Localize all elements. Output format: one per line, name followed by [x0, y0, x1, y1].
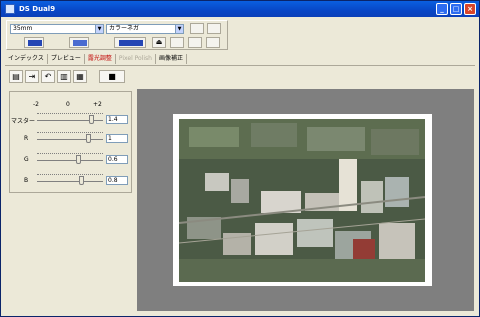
blue-slider-thumb[interactable] — [79, 176, 84, 185]
chevron-down-icon[interactable]: ▼ — [175, 25, 183, 33]
film-strip-thumbnails-button[interactable] — [24, 37, 44, 48]
film-strip-single-button[interactable] — [69, 37, 89, 48]
settings-icon-button[interactable] — [206, 37, 220, 48]
slider-ticks — [37, 132, 103, 135]
tab-divider — [5, 65, 475, 66]
film-type-select[interactable]: カラーネガ ▼ — [106, 24, 184, 34]
scanned-photo[interactable] — [179, 119, 425, 282]
master-label: マスター — [11, 118, 36, 125]
tab-image-correction[interactable]: 画像補正 — [156, 54, 187, 64]
scale-mid-label: 0 — [66, 101, 70, 108]
green-label: G — [24, 156, 29, 163]
title-bar[interactable]: DS Dual9 _ □ × — [1, 1, 479, 17]
exposure-toolbar: ▤ ⇥ ↶ ▥ ▦ ■ — [9, 70, 125, 84]
book-icon-button[interactable] — [190, 23, 204, 34]
compare-icon[interactable]: ▦ — [73, 70, 87, 83]
close-button[interactable]: × — [464, 3, 476, 15]
main-toolbar: 35mm ▼ カラーネガ ▼ ⏏ — [6, 20, 228, 50]
tab-pixel-polish[interactable]: Pixel Polish — [116, 54, 156, 64]
red-slider-thumb[interactable] — [86, 134, 91, 143]
maximize-button[interactable]: □ — [450, 3, 462, 15]
film-size-select[interactable]: 35mm ▼ — [10, 24, 104, 34]
window-title: DS Dual9 — [19, 5, 56, 13]
menu-icon[interactable]: ▤ — [9, 70, 23, 83]
green-slider-thumb[interactable] — [76, 155, 81, 164]
grid-icon-button[interactable] — [188, 37, 202, 48]
chevron-down-icon[interactable]: ▼ — [95, 25, 103, 33]
color-balance-icon[interactable]: ■ — [99, 70, 125, 83]
import-icon[interactable]: ⇥ — [25, 70, 39, 83]
green-value-input[interactable]: 0.6 — [106, 155, 128, 164]
eject-icon[interactable]: ⏏ — [152, 37, 166, 48]
app-window: DS Dual9 _ □ × 35mm ▼ カラーネガ ▼ ⏏ インデックス プ… — [0, 0, 480, 317]
monitor-icon-button[interactable] — [207, 23, 221, 34]
master-value-input[interactable]: 1.4 — [106, 115, 128, 124]
app-icon — [5, 4, 15, 14]
red-label: R — [24, 135, 29, 142]
undo-icon[interactable]: ↶ — [41, 70, 55, 83]
scale-min-label: -2 — [33, 101, 39, 108]
minimize-button[interactable]: _ — [436, 3, 448, 15]
slider-track — [37, 139, 103, 140]
slider-track — [37, 181, 103, 182]
slider-ticks — [37, 153, 103, 156]
scale-max-label: +2 — [93, 101, 102, 108]
slider-ticks — [37, 174, 103, 177]
tab-exposure[interactable]: 露光調整 — [85, 54, 116, 64]
green-slider-row: G 0.6 — [11, 153, 131, 166]
tab-bar: インデックス プレビュー 露光調整 Pixel Polish 画像補正 — [5, 54, 187, 65]
slider-track — [37, 160, 103, 161]
film-size-value: 35mm — [13, 25, 33, 32]
master-slider-row: マスター 1.4 — [11, 113, 131, 126]
blue-label: B — [24, 177, 29, 184]
tab-index[interactable]: インデックス — [5, 54, 48, 64]
red-slider-row: R 1 — [11, 132, 131, 145]
red-value-input[interactable]: 1 — [106, 134, 128, 143]
film-advance-button[interactable] — [114, 37, 146, 48]
clean-icon-button[interactable] — [170, 37, 184, 48]
histogram-icon[interactable]: ▥ — [57, 70, 71, 83]
film-type-value: カラーネガ — [109, 25, 140, 32]
tab-preview[interactable]: プレビュー — [48, 54, 85, 64]
blue-value-input[interactable]: 0.8 — [106, 176, 128, 185]
blue-slider-row: B 0.8 — [11, 174, 131, 187]
master-slider-thumb[interactable] — [89, 115, 94, 124]
